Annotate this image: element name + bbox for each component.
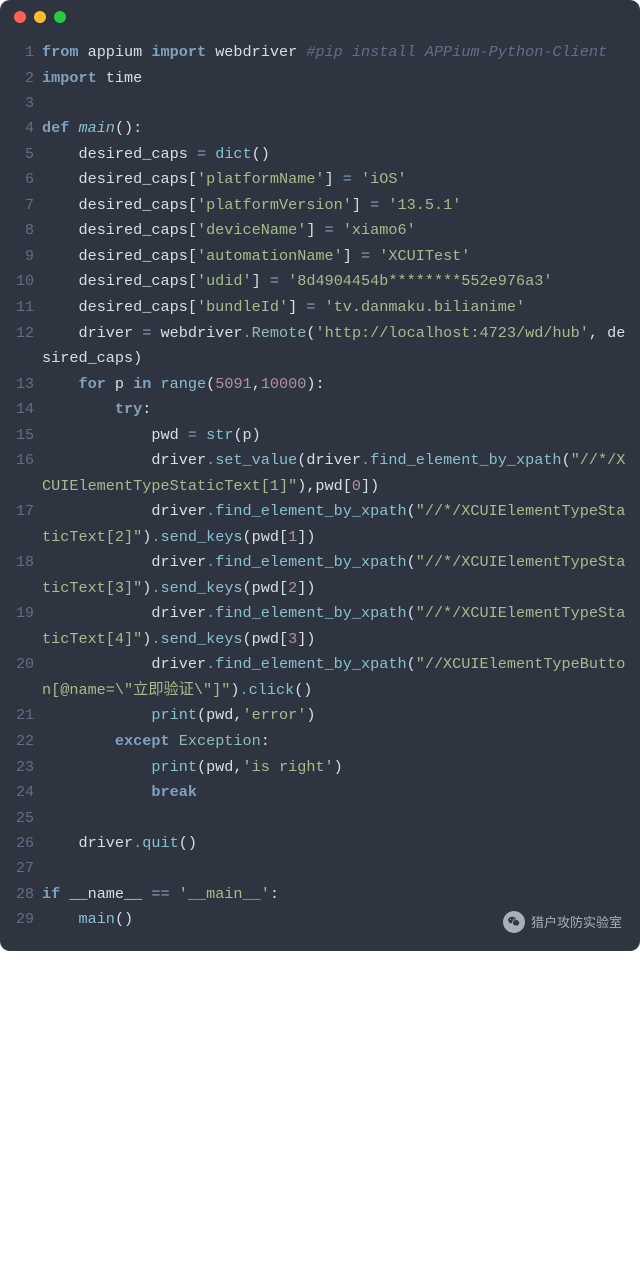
watermark-label: 猎户攻防实验室 bbox=[531, 912, 622, 931]
code-line: 7 desired_caps['platformVersion'] = '13.… bbox=[0, 193, 630, 219]
code-content: desired_caps['bundleId'] = 'tv.danmaku.b… bbox=[42, 295, 630, 321]
line-number: 24 bbox=[0, 780, 42, 805]
code-line: 6 desired_caps['platformName'] = 'iOS' bbox=[0, 167, 630, 193]
code-line: 25 bbox=[0, 806, 630, 831]
code-content: def main(): bbox=[42, 116, 630, 142]
code-line: 4def main(): bbox=[0, 116, 630, 142]
code-content: from appium import webdriver #pip instal… bbox=[42, 40, 630, 66]
code-line: 9 desired_caps['automationName'] = 'XCUI… bbox=[0, 244, 630, 270]
watermark: 猎户攻防实验室 bbox=[503, 911, 622, 933]
code-line: 26 driver.quit() bbox=[0, 831, 630, 857]
line-number: 1 bbox=[0, 40, 42, 65]
code-line: 5 desired_caps = dict() bbox=[0, 142, 630, 168]
code-line: 16 driver.set_value(driver.find_element_… bbox=[0, 448, 630, 499]
code-line: 19 driver.find_element_by_xpath("//*/XCU… bbox=[0, 601, 630, 652]
line-number: 4 bbox=[0, 116, 42, 141]
line-number: 9 bbox=[0, 244, 42, 269]
wechat-icon bbox=[503, 911, 525, 933]
code-content: desired_caps['deviceName'] = 'xiamo6' bbox=[42, 218, 630, 244]
code-line: 13 for p in range(5091,10000): bbox=[0, 372, 630, 398]
code-line: 18 driver.find_element_by_xpath("//*/XCU… bbox=[0, 550, 630, 601]
code-line: 2import time bbox=[0, 66, 630, 92]
line-number: 14 bbox=[0, 397, 42, 422]
code-content: driver = webdriver.Remote('http://localh… bbox=[42, 321, 630, 372]
line-number: 12 bbox=[0, 321, 42, 346]
code-content: print(pwd,'error') bbox=[42, 703, 630, 729]
code-line: 12 driver = webdriver.Remote('http://loc… bbox=[0, 321, 630, 372]
code-content: desired_caps = dict() bbox=[42, 142, 630, 168]
code-content: driver.quit() bbox=[42, 831, 630, 857]
code-line: 17 driver.find_element_by_xpath("//*/XCU… bbox=[0, 499, 630, 550]
code-content: driver.set_value(driver.find_element_by_… bbox=[42, 448, 630, 499]
code-line: 11 desired_caps['bundleId'] = 'tv.danmak… bbox=[0, 295, 630, 321]
line-number: 6 bbox=[0, 167, 42, 192]
code-line: 22 except Exception: bbox=[0, 729, 630, 755]
line-number: 27 bbox=[0, 856, 42, 881]
line-number: 25 bbox=[0, 806, 42, 831]
code-content: desired_caps['udid'] = '8d4904454b******… bbox=[42, 269, 630, 295]
code-content: desired_caps['platformVersion'] = '13.5.… bbox=[42, 193, 630, 219]
line-number: 19 bbox=[0, 601, 42, 626]
code-line: 14 try: bbox=[0, 397, 630, 423]
code-content: driver.find_element_by_xpath("//*/XCUIEl… bbox=[42, 550, 630, 601]
window-titlebar bbox=[0, 0, 640, 34]
line-number: 13 bbox=[0, 372, 42, 397]
code-content: except Exception: bbox=[42, 729, 630, 755]
code-line: 24 break bbox=[0, 780, 630, 806]
code-content: desired_caps['automationName'] = 'XCUITe… bbox=[42, 244, 630, 270]
line-number: 7 bbox=[0, 193, 42, 218]
code-line: 21 print(pwd,'error') bbox=[0, 703, 630, 729]
code-content: break bbox=[42, 780, 630, 806]
line-number: 26 bbox=[0, 831, 42, 856]
line-number: 3 bbox=[0, 91, 42, 116]
code-line: 27 bbox=[0, 856, 630, 881]
close-icon[interactable] bbox=[14, 11, 26, 23]
line-number: 11 bbox=[0, 295, 42, 320]
line-number: 10 bbox=[0, 269, 42, 294]
line-number: 29 bbox=[0, 907, 42, 932]
code-area: 1from appium import webdriver #pip insta… bbox=[0, 34, 640, 939]
line-number: 18 bbox=[0, 550, 42, 575]
line-number: 8 bbox=[0, 218, 42, 243]
line-number: 2 bbox=[0, 66, 42, 91]
code-line: 3 bbox=[0, 91, 630, 116]
minimize-icon[interactable] bbox=[34, 11, 46, 23]
line-number: 5 bbox=[0, 142, 42, 167]
code-window: 1from appium import webdriver #pip insta… bbox=[0, 0, 640, 951]
line-number: 28 bbox=[0, 882, 42, 907]
line-number: 20 bbox=[0, 652, 42, 677]
code-content: for p in range(5091,10000): bbox=[42, 372, 630, 398]
line-number: 21 bbox=[0, 703, 42, 728]
line-number: 17 bbox=[0, 499, 42, 524]
code-content: import time bbox=[42, 66, 630, 92]
code-line: 20 driver.find_element_by_xpath("//XCUIE… bbox=[0, 652, 630, 703]
line-number: 16 bbox=[0, 448, 42, 473]
code-line: 10 desired_caps['udid'] = '8d4904454b***… bbox=[0, 269, 630, 295]
maximize-icon[interactable] bbox=[54, 11, 66, 23]
code-content: pwd = str(p) bbox=[42, 423, 630, 449]
code-line: 8 desired_caps['deviceName'] = 'xiamo6' bbox=[0, 218, 630, 244]
code-line: 23 print(pwd,'is right') bbox=[0, 755, 630, 781]
line-number: 22 bbox=[0, 729, 42, 754]
code-content: desired_caps['platformName'] = 'iOS' bbox=[42, 167, 630, 193]
code-content: driver.find_element_by_xpath("//*/XCUIEl… bbox=[42, 601, 630, 652]
code-line: 15 pwd = str(p) bbox=[0, 423, 630, 449]
line-number: 15 bbox=[0, 423, 42, 448]
code-line: 28if __name__ == '__main__': bbox=[0, 882, 630, 908]
code-line: 1from appium import webdriver #pip insta… bbox=[0, 40, 630, 66]
code-content: driver.find_element_by_xpath("//XCUIElem… bbox=[42, 652, 630, 703]
code-content: driver.find_element_by_xpath("//*/XCUIEl… bbox=[42, 499, 630, 550]
code-content: print(pwd,'is right') bbox=[42, 755, 630, 781]
line-number: 23 bbox=[0, 755, 42, 780]
code-content: if __name__ == '__main__': bbox=[42, 882, 630, 908]
code-content: try: bbox=[42, 397, 630, 423]
